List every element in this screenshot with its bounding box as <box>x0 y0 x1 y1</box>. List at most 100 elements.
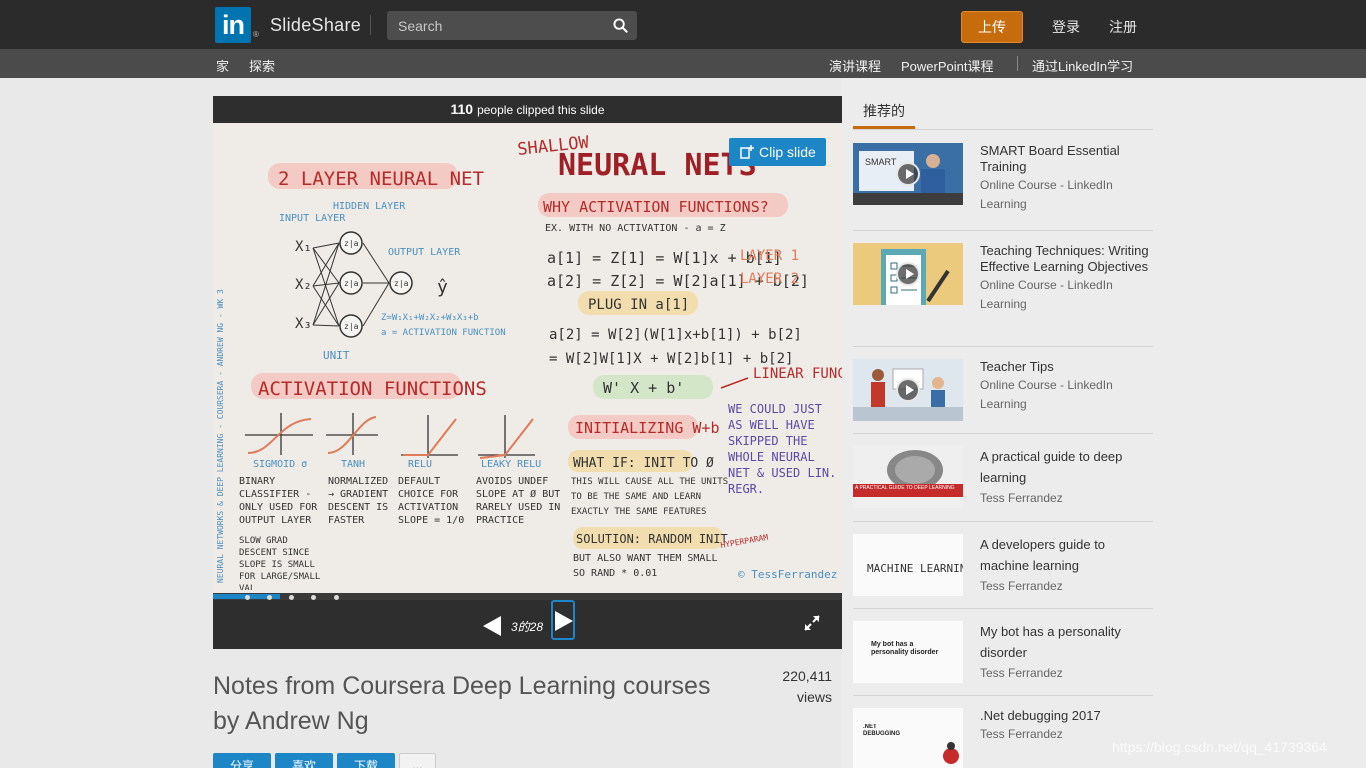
play-icon[interactable] <box>896 378 920 402</box>
small-rand: BUT ALSO WANT THEM SMALL SO RAND * 0.01 <box>573 553 718 579</box>
item-divider <box>853 695 1153 696</box>
side-credit: NEURAL NETWORKS & DEEP LEARNING - COURSE… <box>216 289 225 583</box>
item-title[interactable]: Teacher Tips <box>980 359 1155 375</box>
item-divider <box>853 433 1153 434</box>
item-subtitle: Tess Ferrandez <box>980 491 1063 505</box>
like-button[interactable]: 喜欢 <box>275 753 333 768</box>
fullscreen-icon[interactable] <box>804 615 820 631</box>
equation-4: = W[2]W[1]X + W[2]b[1] + b[2] <box>549 351 793 367</box>
solution: SOLUTION: RANDOM INIT <box>576 532 728 546</box>
layer-1-label: LAYER 1 <box>740 248 799 264</box>
brand-name[interactable]: SlideShare <box>270 15 361 36</box>
thumbnail-ml-guide: MACHINE LEARNING <box>853 534 963 596</box>
page-indicator: 3的28 <box>511 620 544 634</box>
slide-image[interactable]: SHALLOW NEURAL NETS 2 LAYER NEURAL NET I… <box>213 123 842 593</box>
next-slide-button[interactable] <box>551 600 575 640</box>
thumbnail-deep-learning: A PRACTICAL GUIDE TO DEEP LEARNING <box>853 446 963 508</box>
item-text: My bot has a personality disorder Tess F… <box>980 621 1155 683</box>
z-formula: Z=W₁X₁+W₂X₂+W₃X₃+b <box>381 313 479 323</box>
header-divider <box>370 15 371 35</box>
search-input[interactable] <box>387 11 607 40</box>
why-activation: WHY ACTIVATION FUNCTIONS? <box>543 198 769 216</box>
download-button[interactable]: 下载 <box>337 753 395 768</box>
more-button[interactable]: ... <box>399 753 436 768</box>
sigmoid-note: SLOW GRAD DESCENT SINCE SLOPE IS SMALL F… <box>239 536 321 590</box>
clip-slide-button[interactable]: Clip slide <box>729 138 826 166</box>
thumbnail[interactable] <box>853 243 963 305</box>
register-link[interactable]: 注册 <box>1109 17 1137 37</box>
nav-speech-course[interactable]: 演讲课程 <box>829 56 881 75</box>
upload-button[interactable]: 上传 <box>961 11 1023 43</box>
thumbnail[interactable]: A PRACTICAL GUIDE TO DEEP LEARNING <box>853 446 963 508</box>
search-icon[interactable] <box>613 18 628 33</box>
clip-icon <box>740 145 754 159</box>
item-title[interactable]: A practical guide to deep learning <box>980 446 1155 488</box>
thumbnail-bot-text: My bot has a personality disorder <box>871 641 939 656</box>
item-title[interactable]: Teaching Techniques: Writing Effective L… <box>980 243 1155 275</box>
item-title[interactable]: My bot has a personality disorder <box>980 621 1155 663</box>
item-subtitle: Online Course - LinkedIn Learning <box>980 178 1113 211</box>
activation-heading: ACTIVATION FUNCTIONS <box>258 378 487 400</box>
slide-player: 110 people clipped this slide SHALLOW NEU… <box>213 96 842 649</box>
hidden-layer-label: HIDDEN LAYER <box>333 201 406 212</box>
nav-ppt-course[interactable]: PowerPoint课程 <box>901 56 993 75</box>
item-title[interactable]: SMART Board Essential Training <box>980 143 1155 175</box>
a-formula: a = ACTIVATION FUNCTION <box>381 328 506 338</box>
nav-explore[interactable]: 探索 <box>249 56 275 75</box>
activation-curves <box>247 416 534 459</box>
svg-text:z|a: z|a <box>394 279 409 288</box>
next-slide-icon <box>555 611 573 631</box>
layer-heading: 2 LAYER NEURAL NET <box>278 168 484 190</box>
item-title[interactable]: A developers guide to machine learning <box>980 534 1155 576</box>
thumbnail[interactable]: MACHINE LEARNING <box>853 534 963 596</box>
thumbnail[interactable]: My bot has a personality disorder <box>853 621 963 683</box>
previous-slide-icon[interactable] <box>483 616 501 636</box>
tab-recommended[interactable]: 推荐的 <box>863 101 905 121</box>
thumbnail[interactable]: SMART <box>853 143 963 205</box>
clip-count: 110 <box>450 101 474 117</box>
tanh-label: TANH <box>341 459 365 470</box>
item-text: A practical guide to deep learning Tess … <box>980 446 1155 508</box>
we-could-box: WE COULD JUST AS WELL HAVE SKIPPED THE W… <box>728 402 836 496</box>
sigmoid-description: BINARY CLASSIFIER - ONLY USED FOR OUTPUT… <box>239 476 318 526</box>
relu-label: RELU <box>408 459 432 470</box>
ex-no-activation: EX. WITH NO ACTIVATION - a = Z <box>545 223 726 234</box>
slide-progress[interactable] <box>213 593 842 600</box>
thumbnail-smart-text: SMART <box>865 157 897 167</box>
nav-divider <box>1017 56 1018 71</box>
linear-result: W' X + b' <box>603 379 684 397</box>
item-title[interactable]: .Net debugging 2017 <box>980 708 1155 724</box>
thumbnail[interactable] <box>853 359 963 421</box>
login-link[interactable]: 登录 <box>1052 17 1080 37</box>
sigmoid-note-box: SLOW GRAD DESCENT SINCE SLOPE IS SMALL F… <box>239 536 321 590</box>
slide-title-big: NEURAL NETS <box>558 148 757 183</box>
thumbnail-bot: My bot has a personality disorder <box>853 621 963 683</box>
top-bar: in ® SlideShare 上传 登录 注册 <box>0 0 1366 49</box>
thumbnail-deep-learning-text: A PRACTICAL GUIDE TO DEEP LEARNING <box>855 485 955 491</box>
thumbnail[interactable]: .NET DEBUGGING <box>853 708 963 768</box>
unit-label: UNIT <box>323 349 350 362</box>
clip-slide-label: Clip slide <box>759 144 816 160</box>
equation-3: a[2] = W[2](W[1]x+b[1]) + b[2] <box>549 327 802 343</box>
item-text: Teacher Tips Online Course - LinkedIn Le… <box>980 359 1155 414</box>
views-number: 220,411 <box>782 668 832 684</box>
share-button[interactable]: 分享 <box>213 753 271 768</box>
leaky-description: AVOIDS UNDEF SLOPE AT Ø BUT RARELY USED … <box>476 476 561 526</box>
play-icon[interactable] <box>896 262 920 286</box>
clip-count-bar: 110 people clipped this slide <box>213 96 842 123</box>
leaky-description-box: AVOIDS UNDEF SLOPE AT Ø BUT RARELY USED … <box>476 476 561 526</box>
search-box[interactable] <box>387 11 637 40</box>
nav-home[interactable]: 家 <box>216 56 229 75</box>
views-count: 220,411 views <box>760 666 832 708</box>
init-description-box: THIS WILL CAUSE ALL THE UNITS TO BE THE … <box>571 477 728 517</box>
views-label: views <box>796 689 832 705</box>
sigmoid-label: SIGMOID σ <box>253 459 307 470</box>
linkedin-logo[interactable]: in <box>215 7 251 43</box>
play-icon[interactable] <box>896 162 920 186</box>
slide-signature: © TessFerrandez <box>738 568 837 581</box>
leaky-relu-label: LEAKY RELU <box>481 459 541 470</box>
player-controls: 3的28 <box>213 600 842 649</box>
svg-text:z|a: z|a <box>344 279 359 288</box>
relu-description: DEFAULT CHOICE FOR ACTIVATION SLOPE = 1/… <box>398 476 465 526</box>
nav-linkedin-learning[interactable]: 通过LinkedIn学习 <box>1032 56 1133 75</box>
